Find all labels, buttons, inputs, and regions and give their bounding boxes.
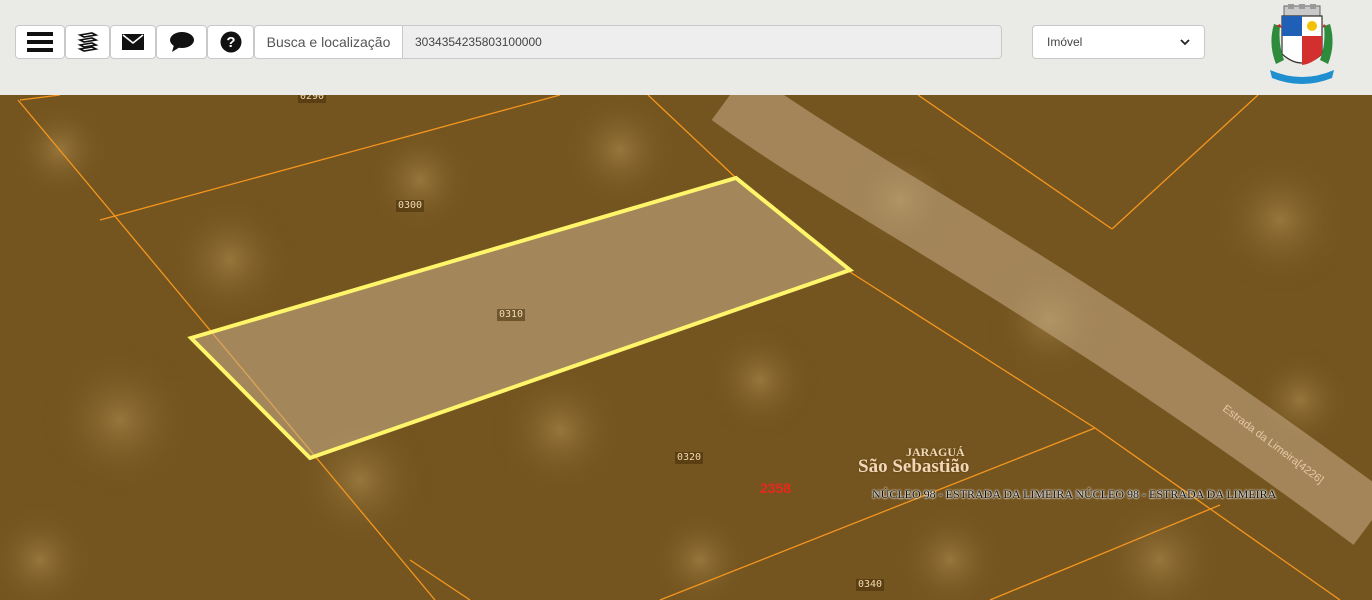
district-label: São Sebastião xyxy=(858,456,970,477)
map-canvas[interactable]: Estrada da Limeira[4226] xyxy=(0,95,1372,600)
map-view[interactable]: Estrada da Limeira[4226] 0290 0300 0310 … xyxy=(0,95,1372,600)
nucleus-label: NÚCLEO 98 - ESTRADA DA LIMEIRA NÚCLEO 98… xyxy=(872,487,1277,501)
search-label: Busca e localização xyxy=(254,25,403,59)
menu-button[interactable] xyxy=(15,25,65,59)
feature-type-select[interactable]: Imóvel xyxy=(1032,25,1205,59)
svg-text:?: ? xyxy=(226,34,235,51)
lot-label-0300: 0300 xyxy=(396,200,425,212)
block-number-label: 2358 xyxy=(760,480,792,496)
mail-button[interactable] xyxy=(110,25,156,59)
select-value: Imóvel xyxy=(1047,35,1083,49)
question-circle-icon: ? xyxy=(220,31,241,53)
municipal-coat-of-arms-icon xyxy=(1270,4,1334,84)
toolbar: ? Busca e localização Imóvel xyxy=(0,0,1372,95)
chat-button[interactable] xyxy=(156,25,207,59)
lot-label-0320: 0320 xyxy=(675,452,704,464)
lot-label-0340: 0340 xyxy=(856,579,885,591)
speech-bubble-icon xyxy=(169,32,194,52)
search-input[interactable] xyxy=(402,25,1002,59)
chevron-down-icon xyxy=(1180,38,1190,45)
lot-label-0310: 0310 xyxy=(497,309,526,321)
lot-label-0290: 0290 xyxy=(298,95,327,103)
layers-button[interactable] xyxy=(65,25,110,59)
help-button[interactable]: ? xyxy=(207,25,254,59)
layers-stack-icon xyxy=(76,32,99,52)
envelope-icon xyxy=(122,34,144,50)
hamburger-menu-icon xyxy=(27,32,53,52)
